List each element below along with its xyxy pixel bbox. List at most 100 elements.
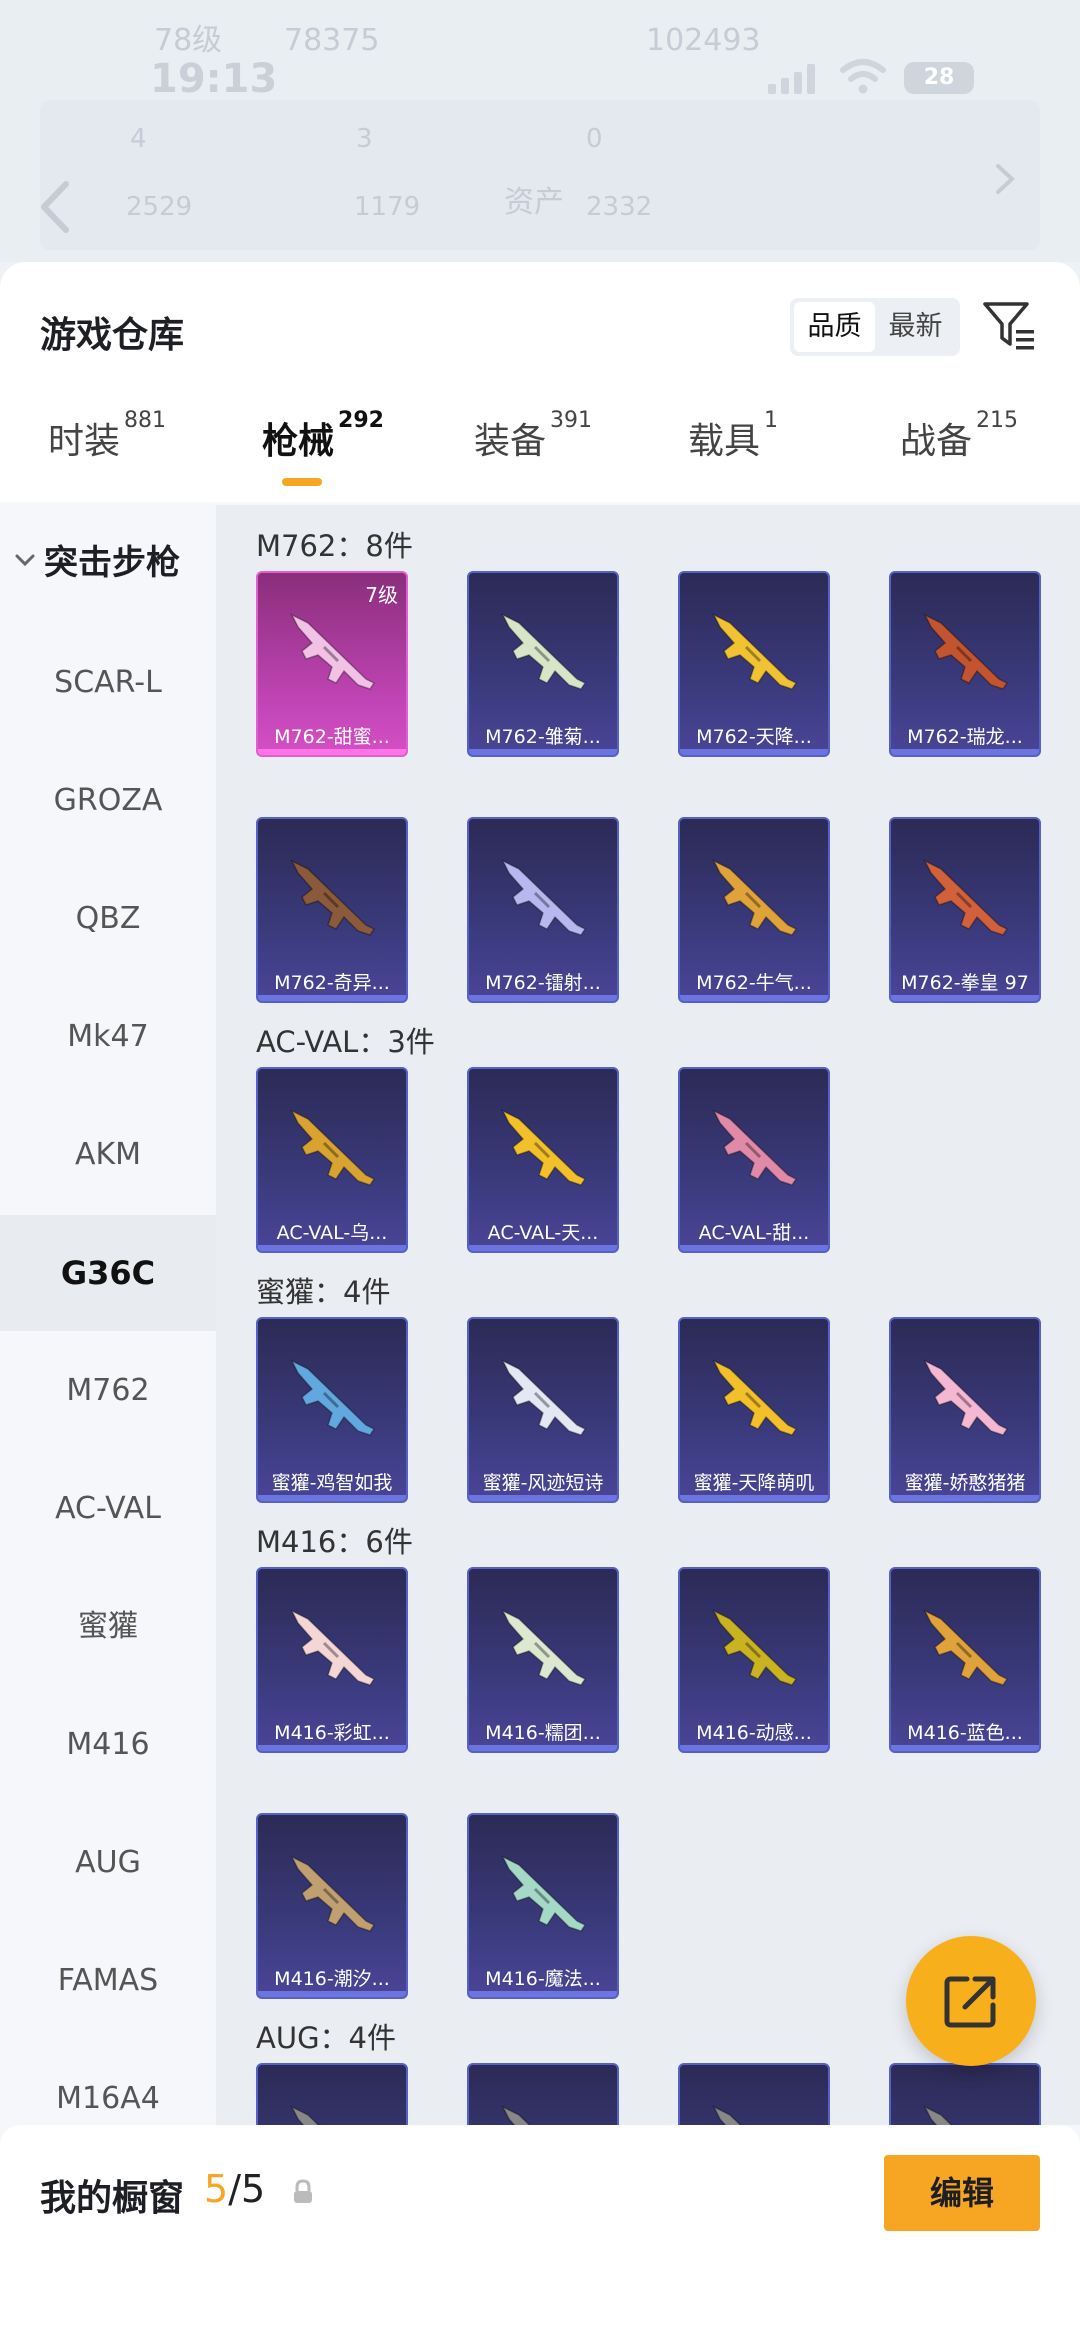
weapon-name: AC-VAL-天...: [487, 1222, 599, 1244]
sidebar-item[interactable]: AUG: [0, 1805, 216, 1921]
weapon-name: M762-奇异...: [274, 972, 390, 994]
weapon-card[interactable]: M762-拳皇 97: [889, 817, 1041, 1003]
weapon-card[interactable]: M416-糯团...: [467, 1567, 619, 1753]
sheet-header: 游戏仓库 品质 最新 时装881 枪械292 装备391 载具1 战备215: [0, 262, 1080, 502]
showcase-count: 5/5: [204, 2167, 265, 2211]
weapon-name: M416-动感...: [696, 1722, 812, 1744]
weapon-name: M416-潮汐...: [274, 1968, 390, 1990]
sidebar-item[interactable]: SCAR-L: [0, 625, 216, 741]
weapon-card[interactable]: M416-蓝色...: [889, 1567, 1041, 1753]
weapon-card[interactable]: M416-动感...: [678, 1567, 830, 1753]
group-title: M416：6件: [256, 1525, 413, 1559]
rarity-bar: [469, 749, 617, 755]
weapon-name: M762-雏菊...: [485, 726, 601, 748]
sidebar-item[interactable]: M416: [0, 1687, 216, 1803]
showcase-bar: 我的橱窗 5/5 编辑: [0, 2125, 1080, 2347]
gun-icon: [290, 613, 376, 690]
sidebar-item[interactable]: M762: [0, 1333, 216, 1449]
rarity-bar: [891, 1745, 1039, 1751]
weapon-card[interactable]: 蜜獾-鸡智如我: [256, 1317, 408, 1503]
gun-icon: [501, 1855, 587, 1932]
tab-label: 枪械: [262, 421, 335, 462]
gun-icon: [501, 2105, 531, 2125]
sidebar-item[interactable]: AKM: [0, 1097, 216, 1213]
tab-label: 时装: [48, 421, 121, 462]
weapon-name: M762-镭射...: [485, 972, 601, 994]
category-label: 突击步枪: [44, 543, 180, 583]
sidebar-item[interactable]: G36C: [0, 1215, 216, 1331]
weapon-card[interactable]: [889, 2063, 1041, 2125]
weapon-card[interactable]: M762-镭射...: [467, 817, 619, 1003]
weapon-card[interactable]: M762-雏菊...: [467, 571, 619, 757]
weapon-name: M762-牛气...: [696, 972, 812, 994]
tab-label: 载具: [688, 421, 761, 462]
sort-newest-button[interactable]: 最新: [875, 302, 956, 352]
gun-icon: [923, 1359, 1009, 1436]
weapon-card[interactable]: M762-奇异...: [256, 817, 408, 1003]
gun-icon: [923, 2105, 953, 2125]
wifi-icon: [840, 59, 886, 94]
gun-icon: [712, 613, 798, 690]
weapon-name: M762-瑞龙...: [907, 726, 1023, 748]
background-profile: 78级 78375 102493 19:13 28 4 3 0 2529 117…: [0, 0, 1080, 262]
weapon-card[interactable]: M762-牛气...: [678, 817, 830, 1003]
weapon-card[interactable]: [678, 2063, 830, 2125]
tab-vehicles[interactable]: 载具1: [688, 408, 778, 502]
gun-icon: [290, 1609, 376, 1686]
weapon-card[interactable]: M416-魔法...: [467, 1813, 619, 1999]
bg-stat: 1179: [354, 192, 421, 222]
rarity-bar: [258, 1991, 406, 1997]
weapon-card[interactable]: M762-天降...: [678, 571, 830, 757]
sidebar-item[interactable]: FAMAS: [0, 1923, 216, 2039]
gun-icon: [501, 613, 587, 690]
gun-icon: [712, 1609, 798, 1686]
chevron-right-icon[interactable]: [994, 162, 1016, 196]
weapon-card[interactable]: M416-潮汐...: [256, 1813, 408, 1999]
gun-icon: [290, 1109, 376, 1186]
weapon-card[interactable]: 蜜獾-风迹短诗: [467, 1317, 619, 1503]
edit-button[interactable]: 编辑: [884, 2155, 1040, 2231]
filter-icon[interactable]: [982, 300, 1036, 352]
sidebar-item[interactable]: Mk47: [0, 979, 216, 1095]
sort-toggle: 品质 最新: [790, 298, 960, 356]
sort-quality-button[interactable]: 品质: [794, 302, 875, 352]
back-chevron-icon[interactable]: [38, 180, 72, 234]
rarity-bar: [258, 1245, 406, 1251]
weapon-card[interactable]: AC-VAL-乌...: [256, 1067, 408, 1253]
tab-supplies[interactable]: 战备215: [900, 408, 1018, 502]
weapon-card[interactable]: [467, 2063, 619, 2125]
weapon-card[interactable]: 7级 M762-甜蜜...: [256, 571, 408, 757]
rarity-bar: [891, 995, 1039, 1001]
share-button[interactable]: [906, 1936, 1036, 2066]
gun-icon: [712, 1109, 798, 1186]
gun-icon: [290, 2105, 320, 2125]
weapon-card[interactable]: AC-VAL-甜...: [678, 1067, 830, 1253]
sidebar-item[interactable]: AC-VAL: [0, 1451, 216, 1567]
tab-guns[interactable]: 枪械292: [262, 408, 384, 502]
gun-icon: [712, 1359, 798, 1436]
gun-icon: [712, 859, 798, 936]
rarity-bar: [469, 1245, 617, 1251]
sidebar-item[interactable]: 蜜獾: [0, 1569, 216, 1685]
tab-equipment[interactable]: 装备391: [474, 408, 592, 502]
gun-icon: [501, 859, 587, 936]
bg-asset-label: 资产: [504, 185, 564, 220]
weapon-card[interactable]: 蜜獾-天降萌叽: [678, 1317, 830, 1503]
weapon-card[interactable]: AC-VAL-天...: [467, 1067, 619, 1253]
weapon-name: AC-VAL-甜...: [698, 1222, 810, 1244]
tab-fashion[interactable]: 时装881: [48, 408, 166, 502]
gun-icon: [501, 1359, 587, 1436]
rarity-bar: [680, 1745, 828, 1751]
weapon-card[interactable]: M416-彩虹...: [256, 1567, 408, 1753]
gun-icon: [712, 2105, 742, 2125]
tab-count: 215: [976, 408, 1019, 433]
weapon-card[interactable]: 蜜獾-娇憨猪猪: [889, 1317, 1041, 1503]
chevron-down-icon: [15, 554, 35, 566]
rarity-bar: [469, 1991, 617, 1997]
weapon-card[interactable]: [256, 2063, 408, 2125]
category-header[interactable]: 突击步枪: [14, 535, 180, 584]
sidebar-item[interactable]: GROZA: [0, 743, 216, 859]
sidebar-item[interactable]: QBZ: [0, 861, 216, 977]
rarity-bar: [680, 1495, 828, 1501]
weapon-card[interactable]: M762-瑞龙...: [889, 571, 1041, 757]
